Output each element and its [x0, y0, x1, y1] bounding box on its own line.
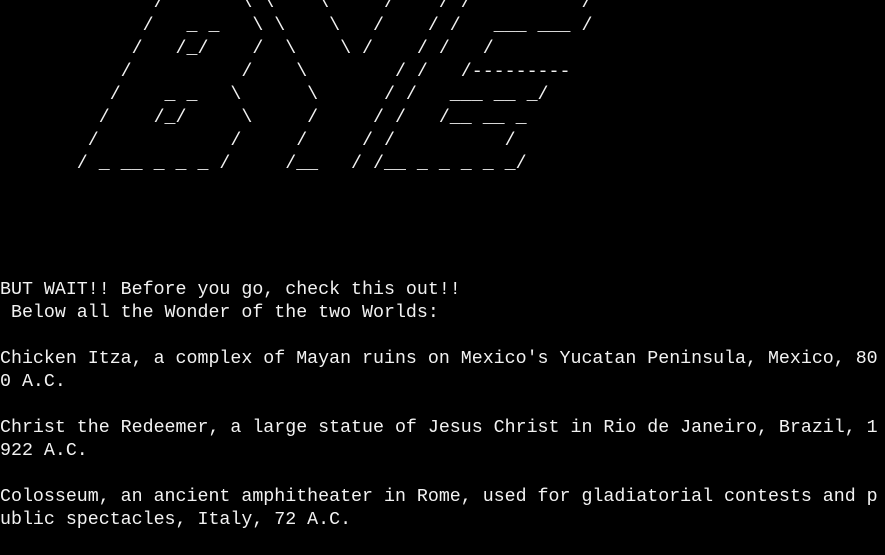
wonder-chichen-itza-line-2: 0 A.C.	[0, 372, 66, 392]
wonder-colosseum-line-2: ublic spectacles, Italy, 72 A.C.	[0, 510, 352, 530]
wait-message-line: BUT WAIT!! Before you go, check this out…	[0, 280, 461, 300]
wonder-christ-redeemer-line-1: Christ the Redeemer, a large statue of J…	[0, 418, 878, 438]
ascii-art-bye-banner: / \ \ \ / / / / / _ _ \ \ \ / / / ___ __…	[76, 0, 593, 174]
terminal-window: / \ \ \ / / / / / _ _ \ \ \ / / / ___ __…	[0, 0, 885, 555]
wonder-chichen-itza-line-1: Chicken Itza, a complex of Mayan ruins o…	[0, 349, 878, 369]
wonder-christ-redeemer-line-2: 922 A.C.	[0, 441, 88, 461]
wonder-colosseum-line-1: Colosseum, an ancient amphitheater in Ro…	[0, 487, 878, 507]
terminal-output: BUT WAIT!! Before you go, check this out…	[0, 279, 885, 532]
wonders-intro-line: Below all the Wonder of the two Worlds:	[0, 303, 439, 323]
